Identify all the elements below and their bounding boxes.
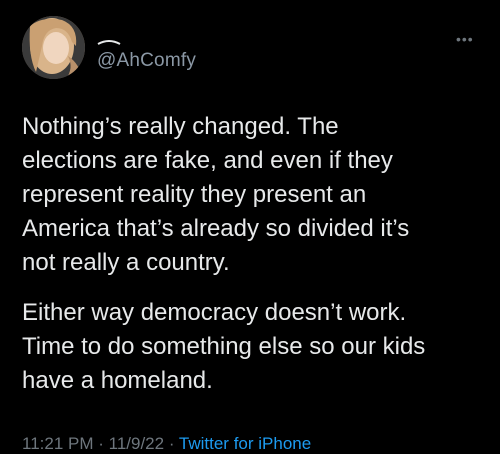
tweet-time[interactable]: 11:21 PM	[22, 434, 94, 453]
tweet-text-paragraph-2: Either way democracy doesn’t work. Time …	[22, 299, 426, 394]
tweet-text-paragraph-1: Nothing’s really changed. The elections …	[22, 113, 410, 276]
user-handle[interactable]: @AhComfy	[97, 50, 196, 72]
avatar[interactable]	[22, 16, 85, 79]
display-name-mark	[97, 40, 121, 45]
tweet-meta: 11:21 PM · 11/9/22 · Twitter for iPhone	[22, 434, 311, 454]
tweet-source-link[interactable]: Twitter for iPhone	[179, 434, 311, 453]
avatar-photo-icon	[22, 16, 85, 79]
tweet-card: @AhComfy ••• Nothing’s really changed. T…	[0, 0, 500, 453]
more-options-icon[interactable]: •••	[456, 32, 474, 46]
meta-separator: ·	[93, 434, 109, 453]
tweet-date[interactable]: 11/9/22	[109, 434, 164, 453]
meta-separator: ·	[164, 434, 179, 453]
